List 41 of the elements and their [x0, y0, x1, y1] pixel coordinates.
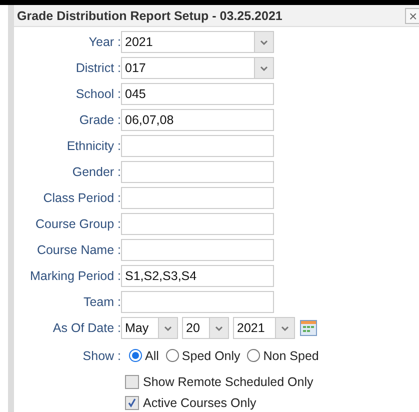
input-field[interactable]: [121, 187, 274, 209]
input-field[interactable]: [121, 161, 274, 183]
input-field[interactable]: 045: [121, 83, 274, 105]
caret-icon: [260, 40, 268, 44]
radio-option[interactable]: All: [129, 348, 159, 362]
dropdown[interactable]: 2021: [121, 31, 274, 53]
field-label: Grade :: [78, 113, 121, 127]
close-button[interactable]: ×: [405, 8, 419, 24]
caret-icon: [281, 326, 289, 330]
caret-icon: [215, 326, 223, 330]
dropdown[interactable]: 017: [121, 57, 274, 79]
field-label: Team :: [82, 295, 121, 309]
field-label: Class Period :: [42, 191, 121, 205]
window-title: Grade Distribution Report Setup - 03.25.2021: [16, 8, 282, 22]
field-label: Year :: [88, 35, 121, 49]
field-label: Gender :: [71, 165, 121, 179]
field-label: Course Name :: [36, 243, 121, 257]
input-field[interactable]: [121, 291, 274, 313]
caret-icon: [260, 66, 268, 70]
radio-option[interactable]: Sped Only: [166, 348, 240, 362]
caret-icon: [164, 326, 172, 330]
field-label: District :: [74, 61, 121, 75]
field-label: As Of Date :: [52, 321, 121, 335]
dropdown[interactable]: 20: [182, 317, 229, 339]
field-label: Marking Period :: [28, 269, 121, 283]
input-field[interactable]: [121, 213, 274, 235]
input-field[interactable]: 06,07,08: [121, 109, 274, 131]
radio-option[interactable]: Non Sped: [247, 348, 319, 362]
input-field[interactable]: [121, 239, 274, 261]
field-label: Course Group :: [34, 217, 121, 231]
dropdown[interactable]: 2021: [233, 317, 295, 339]
dropdown[interactable]: May: [121, 317, 178, 339]
checkmark-icon: [127, 398, 137, 408]
checkbox-option[interactable]: Active Courses Only: [125, 396, 256, 410]
field-label: Show :: [82, 348, 121, 362]
field-label: School :: [74, 87, 121, 101]
input-field[interactable]: [121, 135, 274, 157]
input-field[interactable]: S1,S2,S3,S4: [121, 265, 274, 287]
calendar-icon[interactable]: [300, 320, 317, 336]
field-label: Ethnicity :: [66, 139, 121, 153]
checkbox-option[interactable]: Show Remote Scheduled Only: [125, 375, 314, 389]
